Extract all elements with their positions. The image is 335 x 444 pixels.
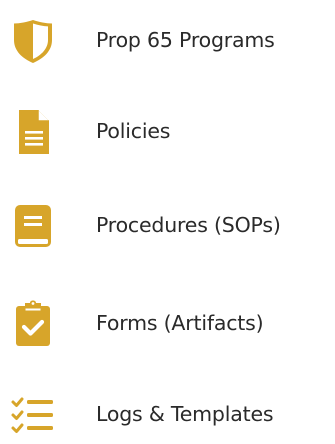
checklist-icon [9, 391, 57, 439]
shield-icon [9, 17, 57, 65]
menu-item-prop-65-programs[interactable]: Prop 65 Programs [0, 10, 335, 70]
book-icon [9, 202, 57, 250]
document-icon [9, 108, 57, 156]
menu-item-label: Prop 65 Programs [96, 28, 275, 52]
menu-item-label: Policies [96, 119, 171, 143]
menu-item-policies[interactable]: Policies [0, 101, 335, 161]
menu-item-procedures[interactable]: Procedures (SOPs) [0, 195, 335, 255]
clipboard-check-icon [9, 300, 57, 348]
menu-item-label: Logs & Templates [96, 402, 274, 426]
menu-item-label: Forms (Artifacts) [96, 311, 264, 335]
resource-menu: Prop 65 Programs Policies Procedures (SO [0, 0, 335, 443]
menu-item-label: Procedures (SOPs) [96, 213, 281, 237]
menu-item-logs-templates[interactable]: Logs & Templates [0, 384, 335, 444]
menu-item-forms[interactable]: Forms (Artifacts) [0, 293, 335, 353]
